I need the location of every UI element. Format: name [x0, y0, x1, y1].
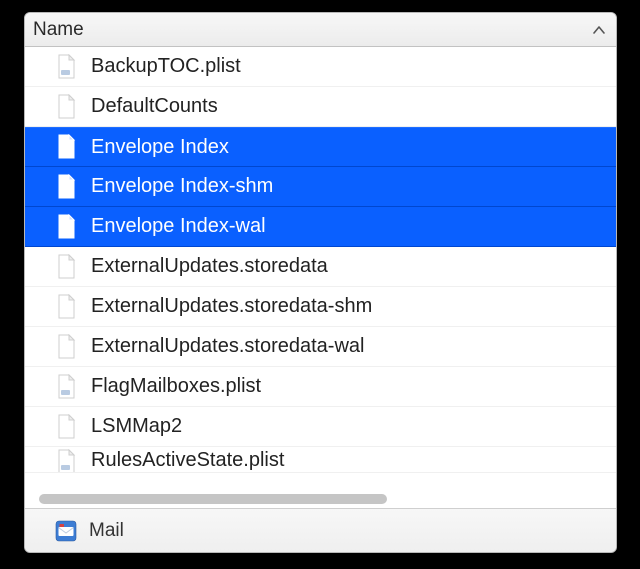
file-row[interactable]: LSMMap2 [25, 407, 616, 447]
file-list[interactable]: BackupTOC.plist DefaultCounts Envelope I… [25, 47, 616, 490]
horizontal-scrollbar-track[interactable] [39, 494, 602, 504]
file-name-label: ExternalUpdates.storedata-wal [91, 335, 364, 358]
path-bar-label: Mail [89, 520, 124, 542]
column-header[interactable]: Name [25, 13, 616, 47]
file-name-label: ExternalUpdates.storedata [91, 255, 328, 278]
file-name-label: RulesActiveState.plist [91, 449, 284, 472]
horizontal-scroll-region [25, 490, 616, 508]
file-icon [55, 254, 77, 280]
file-icon [55, 214, 77, 240]
file-icon [55, 414, 77, 440]
file-row[interactable]: Envelope Index [25, 127, 616, 167]
file-name-label: LSMMap2 [91, 415, 182, 438]
horizontal-scrollbar-thumb[interactable] [39, 494, 387, 504]
file-name-label: Envelope Index-wal [91, 215, 266, 238]
file-icon [55, 94, 77, 120]
file-icon [55, 174, 77, 200]
file-row[interactable]: ExternalUpdates.storedata-wal [25, 327, 616, 367]
file-icon [55, 294, 77, 320]
file-name-label: BackupTOC.plist [91, 55, 241, 78]
file-icon [55, 54, 77, 80]
file-icon [55, 449, 77, 473]
file-name-label: DefaultCounts [91, 95, 218, 118]
file-row[interactable]: DefaultCounts [25, 87, 616, 127]
file-icon [55, 334, 77, 360]
sort-chevron-up-icon [592, 23, 606, 37]
file-row[interactable]: BackupTOC.plist [25, 47, 616, 87]
file-name-label: FlagMailboxes.plist [91, 375, 261, 398]
file-row[interactable]: ExternalUpdates.storedata [25, 247, 616, 287]
file-icon [55, 374, 77, 400]
file-row[interactable]: Envelope Index-shm [25, 167, 616, 207]
file-name-label: Envelope Index [91, 136, 229, 159]
file-icon [55, 134, 77, 160]
finder-list-window: Name BackupTOC.plist DefaultCounts Envel… [24, 12, 617, 553]
file-name-label: Envelope Index-shm [91, 175, 273, 198]
mail-app-icon [55, 520, 77, 542]
path-bar[interactable]: Mail [25, 508, 616, 552]
column-header-label: Name [33, 19, 592, 41]
file-row[interactable]: ExternalUpdates.storedata-shm [25, 287, 616, 327]
file-row[interactable]: RulesActiveState.plist [25, 447, 616, 473]
file-name-label: ExternalUpdates.storedata-shm [91, 295, 372, 318]
file-row[interactable]: Envelope Index-wal [25, 207, 616, 247]
file-row[interactable]: FlagMailboxes.plist [25, 367, 616, 407]
